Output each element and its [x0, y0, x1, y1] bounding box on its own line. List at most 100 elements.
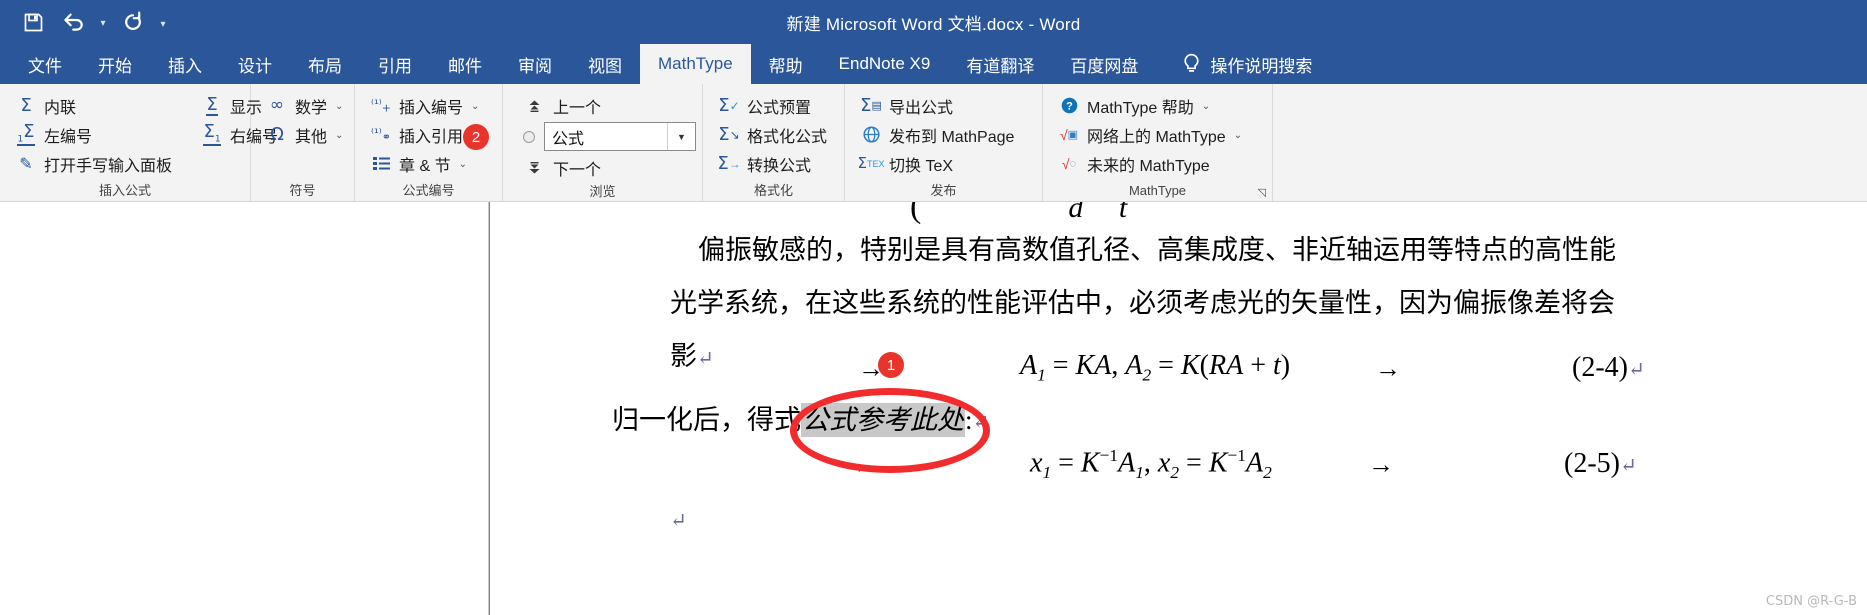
tell-me-search[interactable]: 操作说明搜索: [1156, 44, 1326, 84]
reference-field[interactable]: 公式参考此处: [801, 403, 965, 437]
chevron-down-icon[interactable]: ⌄: [1234, 130, 1242, 141]
tab-baidu-netdisk[interactable]: 百度网盘: [1052, 44, 1156, 84]
sentence-suffix: :: [965, 405, 973, 435]
command-left-numbered[interactable]: 1Σ 左编号: [8, 120, 180, 149]
paragraph-mark: ↵: [972, 412, 990, 434]
ribbon-group-publish: Σ ▤ 导出公式 发布到 MathPage Σ TEX 切换 TeX 发布: [845, 84, 1043, 201]
tab-file[interactable]: 文件: [10, 44, 80, 84]
chevron-down-icon[interactable]: ⌄: [459, 159, 467, 170]
sigma-inline-icon: Σ: [20, 94, 32, 116]
group-label-mathtype: MathType: [1128, 183, 1187, 198]
group-column: ? MathType 帮助 ⌄ √ ▣ 网络上的 MathType ⌄ √ ◌ 未来…: [1051, 91, 1244, 181]
command-convert-equations[interactable]: Σ → 转换公式: [711, 149, 835, 178]
group-label-symbols: 符号: [289, 183, 316, 198]
tab-youdao-translate[interactable]: 有道翻译: [948, 44, 1052, 84]
paragraph-mark: ↵: [697, 348, 714, 370]
command-export-equations[interactable]: Σ ▤ 导出公式: [853, 91, 1022, 120]
group-label-browse: 浏览: [589, 184, 616, 199]
equation-2-arrow-left: →: [842, 450, 868, 479]
chapter-section-icon: [369, 153, 393, 175]
equation-preferences-icon: Σ ✓: [718, 94, 740, 116]
previous-icon: [523, 99, 545, 113]
equation-2[interactable]: x1 = K−1A1, x2 = K−1A2: [1030, 446, 1272, 483]
export-equations-icon: Σ ▤: [860, 94, 882, 116]
browse-object-combo[interactable]: 公式 ▼: [544, 122, 696, 151]
command-math[interactable]: ∞ 数学 ⌄: [259, 91, 345, 120]
command-mathtype-on-the-web[interactable]: √ ▣ 网络上的 MathType ⌄: [1051, 120, 1244, 149]
tab-mathtype[interactable]: MathType: [640, 44, 751, 84]
command-mathtype-help[interactable]: ? MathType 帮助 ⌄: [1051, 91, 1244, 120]
group-column: Σ 内联 1Σ 左编号 ✎ 打开手写输入面板: [8, 91, 180, 181]
paragraph-line-2: 光学系统，在这些系统的性能评估中，必须考虑光的矢量性，因为偏振像差将会: [670, 288, 1615, 318]
command-toggle-tex[interactable]: Σ TEX 切换 TeX: [853, 149, 1022, 178]
next-icon: [523, 161, 545, 175]
undo-dropdown-icon[interactable]: ▾: [96, 6, 110, 38]
tab-layout[interactable]: 布局: [290, 44, 360, 84]
paragraph-line-3: 影↵: [670, 341, 714, 371]
ribbon-group-insert-equation: Σ 内联 1Σ 左编号 ✎ 打开手写输入面板 Σ 显示 Σ1 右编号 插入公式: [0, 84, 278, 201]
chevron-down-icon[interactable]: ⌄: [471, 101, 479, 112]
command-chapter-section[interactable]: 章 & 节 ⌄: [363, 149, 481, 178]
command-open-handwriting-panel[interactable]: ✎ 打开手写输入面板: [8, 149, 180, 178]
group-column: Σ ▤ 导出公式 发布到 MathPage Σ TEX 切换 TeX: [853, 91, 1022, 181]
tab-mailings[interactable]: 邮件: [430, 44, 500, 84]
tab-view[interactable]: 视图: [570, 44, 640, 84]
command-equation-preferences[interactable]: Σ ✓ 公式预置: [711, 91, 835, 120]
equation-2-arrow-right: →: [1368, 450, 1394, 479]
command-format-equations[interactable]: Σ ↘ 格式化公式: [711, 120, 835, 149]
left-blank-pane: [0, 202, 489, 615]
tab-home[interactable]: 开始: [80, 44, 150, 84]
command-future-mathtype[interactable]: √ ◌ 未来的 MathType: [1051, 149, 1244, 178]
command-inline[interactable]: Σ 内联: [8, 91, 180, 120]
command-insert-number[interactable]: ⁽¹⁾+ 插入编号 ⌄: [363, 91, 481, 120]
chevron-down-icon[interactable]: ⌄: [1202, 101, 1210, 112]
clipped-formula-top: ( d t: [910, 202, 1141, 226]
command-other[interactable]: Ω 其他 ⌄: [259, 120, 345, 149]
paragraph-line-1: 偏振敏感的，特别是具有高数值孔径、高集成度、非近轴运用等特点的高性能: [698, 235, 1616, 265]
ribbon-filler: [1273, 84, 1867, 201]
sentence-line: 归一化后，得式公式参考此处:↵: [612, 400, 989, 443]
toggle-tex-icon: Σ TEX: [857, 154, 885, 172]
clipped-formula-text: d t: [1068, 202, 1142, 224]
undo-icon[interactable]: [56, 6, 90, 38]
tab-design[interactable]: 设计: [220, 44, 290, 84]
browse-object-radio[interactable]: [523, 130, 535, 143]
chevron-down-icon[interactable]: ⌄: [335, 130, 343, 141]
sigma-display-icon: Σ: [206, 93, 218, 116]
command-previous[interactable]: 上一个: [517, 91, 696, 120]
tab-help[interactable]: 帮助: [751, 44, 821, 84]
mathtype-future-icon: √ ◌: [1061, 155, 1077, 172]
tab-review[interactable]: 审阅: [500, 44, 570, 84]
mathtype-web-icon: √ ▣: [1059, 126, 1079, 143]
trailing-paragraph-mark: ↵: [670, 510, 687, 532]
customize-quick-access-toolbar-icon[interactable]: ▾: [156, 6, 170, 38]
group-column: 上一个 公式 ▼ 下一个: [511, 91, 696, 182]
ink-pen-icon: ✎: [19, 153, 33, 173]
tell-me-label: 操作说明搜索: [1210, 56, 1313, 76]
browse-object-value: 公式: [552, 130, 585, 148]
equation-1-arrow-right: →: [1375, 354, 1401, 383]
svg-text:?: ?: [1066, 101, 1073, 113]
chevron-down-icon[interactable]: ▼: [668, 123, 695, 150]
ribbon-group-browse: 上一个 公式 ▼ 下一个 浏览: [503, 84, 703, 201]
document-title: 新建 Microsoft Word 文档.docx - Word: [786, 14, 1081, 34]
insert-number-icon: ⁽¹⁾+: [371, 96, 391, 115]
command-next[interactable]: 下一个: [517, 153, 696, 182]
group-column: ∞ 数学 ⌄ Ω 其他 ⌄: [259, 91, 345, 181]
save-icon[interactable]: [16, 6, 50, 38]
tab-endnote-x9[interactable]: EndNote X9: [821, 44, 949, 84]
document-page[interactable]: ( d t 偏振敏感的，特别是具有高数值孔径、高集成度、非近轴运用等特点的高性能…: [490, 202, 1867, 615]
equation-1[interactable]: A1 = KA, A2 = K(RA + t): [1020, 350, 1290, 386]
tab-references[interactable]: 引用: [360, 44, 430, 84]
redo-icon[interactable]: [116, 6, 150, 38]
help-circle-icon: ?: [1057, 95, 1081, 117]
group-label-equation-numbers: 公式编号: [402, 183, 455, 198]
ribbon: Σ 内联 1Σ 左编号 ✎ 打开手写输入面板 Σ 显示 Σ1 右编号 插入公式 …: [0, 84, 1867, 202]
command-publish-to-mathpage[interactable]: 发布到 MathPage: [853, 120, 1022, 149]
format-equations-icon: Σ ↘: [718, 123, 740, 145]
tab-insert[interactable]: 插入: [150, 44, 220, 84]
dialog-launcher-icon[interactable]: ◹: [1250, 183, 1266, 199]
chevron-down-icon[interactable]: ⌄: [335, 101, 343, 112]
sigma-right-numbered-icon: Σ1: [203, 120, 221, 147]
ribbon-group-equation-numbers: ⁽¹⁾+ 插入编号 ⌄ ⁽¹⁾⚭ 插入引用 章 & 节 ⌄ 2 公式编号: [355, 84, 503, 201]
